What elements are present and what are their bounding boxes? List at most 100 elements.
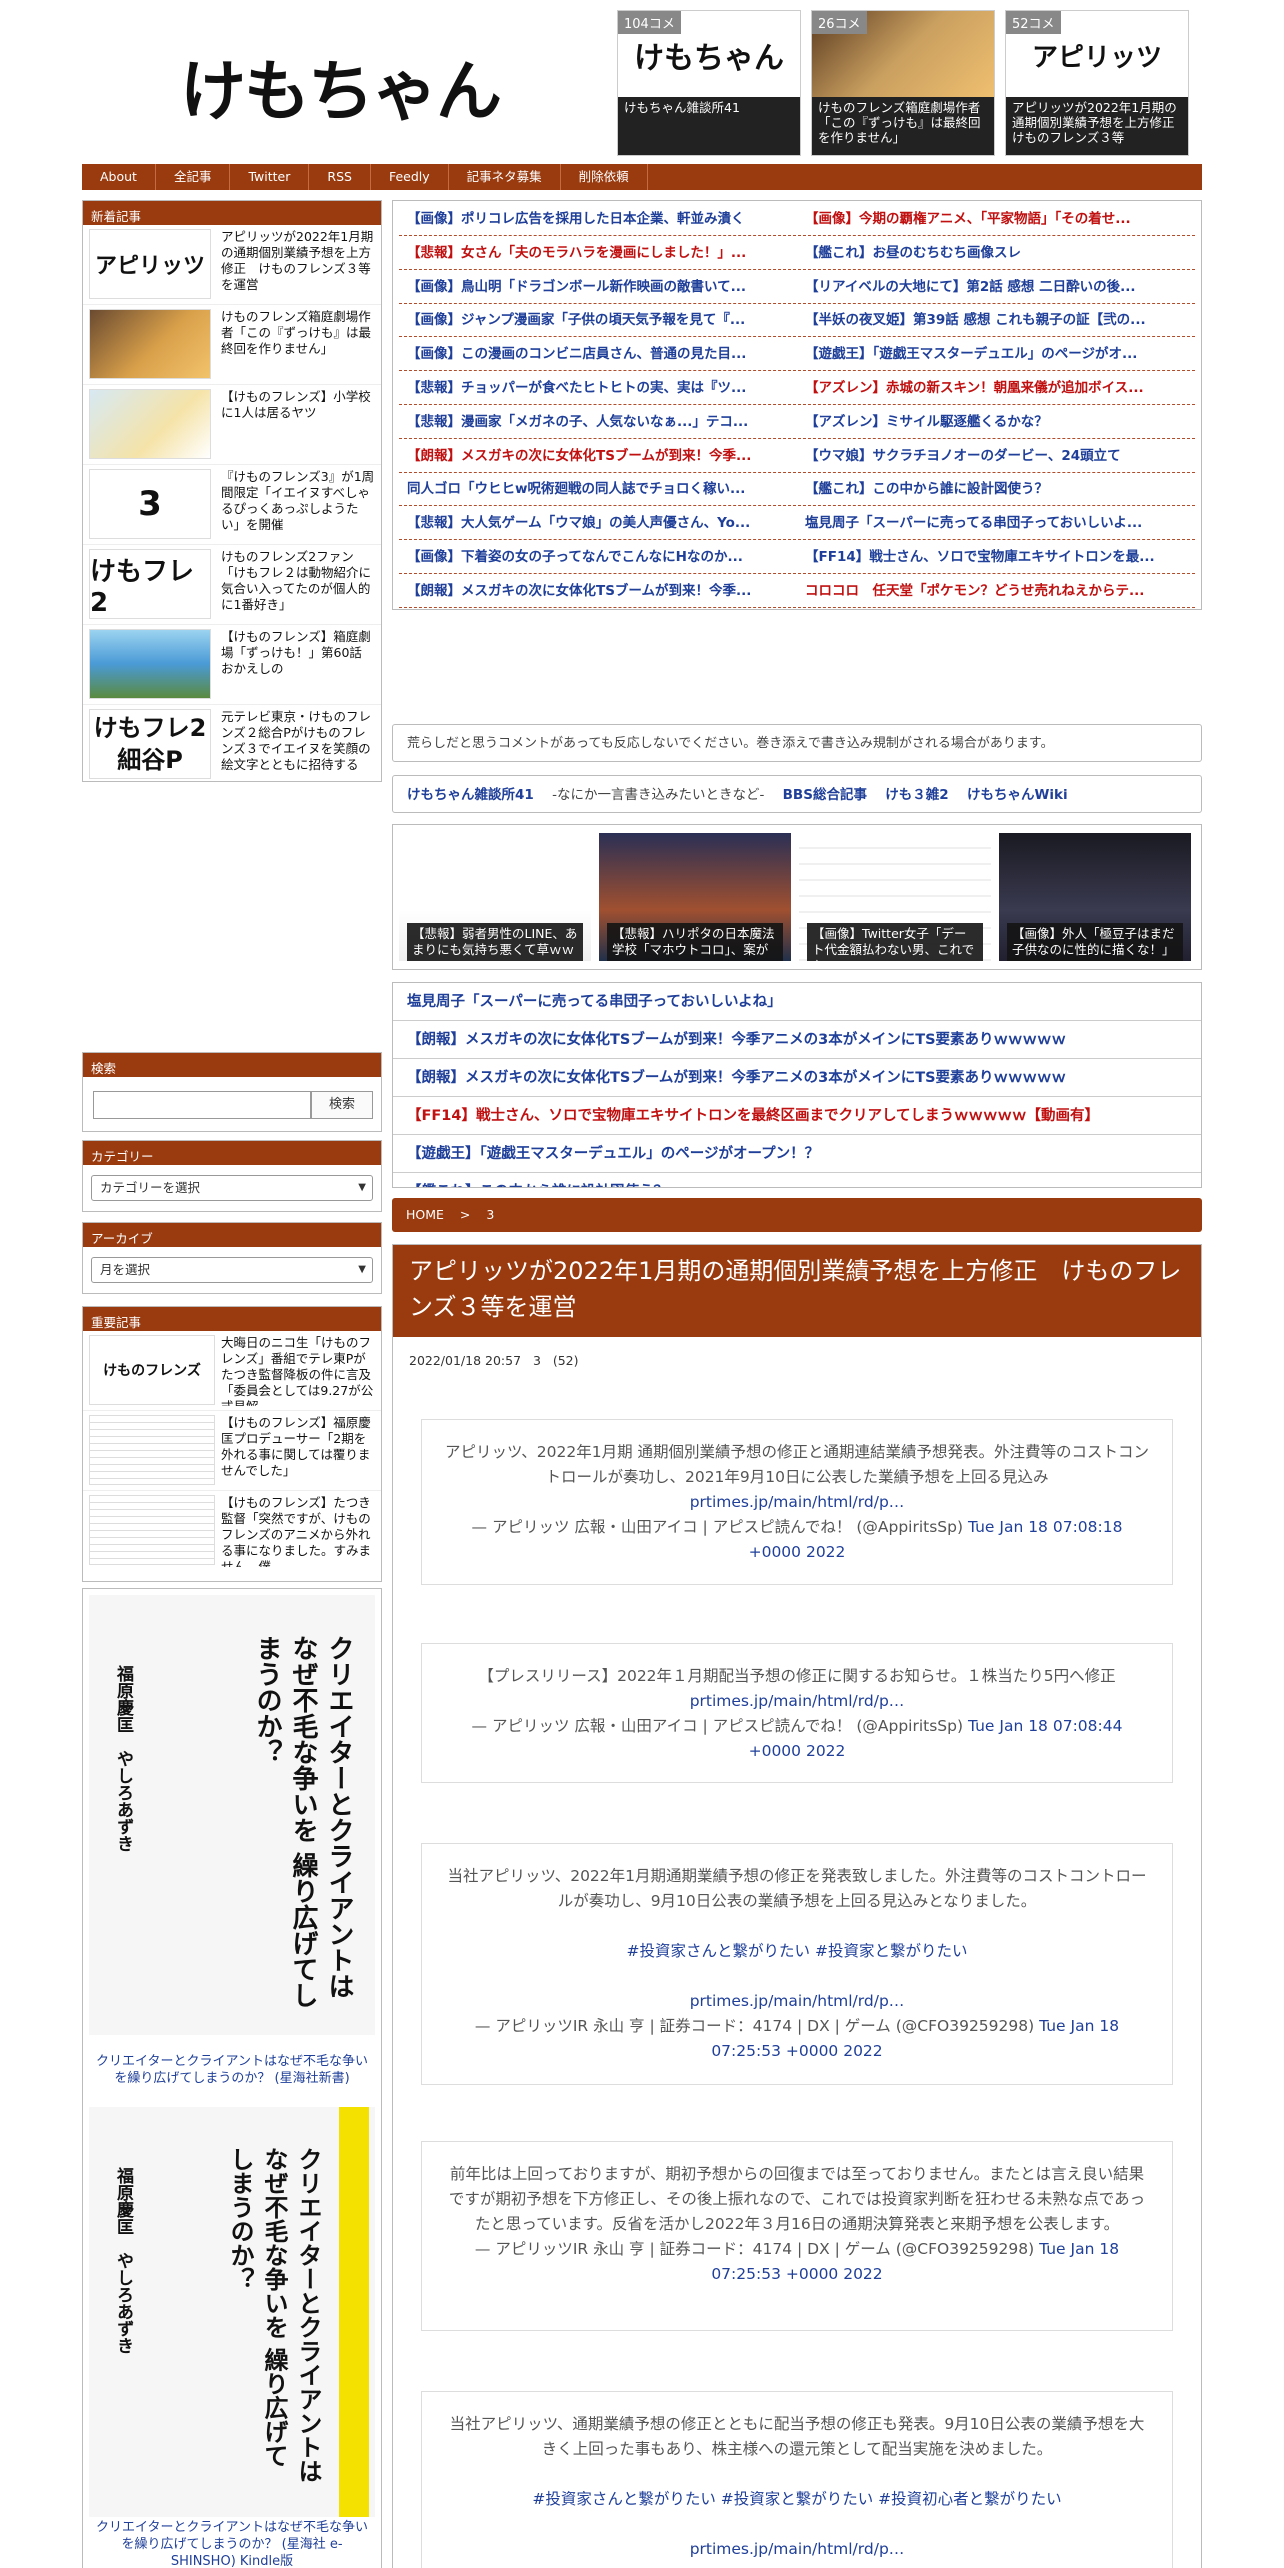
article-link[interactable]: 【けものフレンズ】たつき監督「突然ですが、けものフレンズのアニメから外れる事にな…	[215, 1495, 375, 1567]
article-link[interactable]: 大晦日のニコ生「けものフレンズ」番組でテレ東Pがたつき監督降板の件に言及 「委員…	[215, 1335, 375, 1406]
nav-rss[interactable]: RSS	[309, 164, 371, 190]
header-card[interactable]: けもちゃん 104コメ けもちゃん雑談所41	[617, 10, 801, 156]
antenna-link[interactable]: 【画像】この漫画のコンビニ店員さん、普通の見た目...	[399, 338, 797, 370]
antenna-link[interactable]: 【遊戯王】「遊戯王マスターデュエル」のページがオ...	[797, 338, 1195, 370]
article-link[interactable]: 元テレビ東京・けものフレンズ２総合Pがけものフレンズ３でイエイヌを笑顔の絵文字と…	[211, 709, 375, 781]
antenna-link[interactable]: 【悲報】チョッパーが食べたヒトヒトの実、実は『ツ...	[399, 372, 797, 404]
book-link[interactable]: クリエイターとクライアントはなぜ不毛な争いを繰り広げてしまうのか？ (星海社新書…	[93, 2053, 371, 2087]
antenna-link[interactable]: 【アズレン】赤城の新スキン！朝凰来儀が追加ボイス...	[797, 372, 1195, 404]
list-item[interactable]: けものフレンズ 大晦日のニコ生「けものフレンズ」番組でテレ東Pがたつき監督降板の…	[83, 1331, 381, 1411]
antenna-link[interactable]: 【ウマ娘】サクラチヨノオーのダービー、24頭立て	[797, 440, 1195, 472]
antenna-link[interactable]: 【FF14】戦士さん、ソロで宝物庫エキサイトロンを最...	[797, 541, 1195, 573]
link-chat[interactable]: けもちゃん雑談所41	[407, 787, 534, 803]
antenna-link[interactable]: 【艦これ】お昼のむちむち画像スレ	[797, 237, 1195, 269]
comment-notice: 荒らしだと思うコメントがあっても反応しないでください。巻き添えで書き込み規制がさ…	[392, 724, 1202, 762]
list-item[interactable]: 3 『けものフレンズ3』が1周間限定「イエイヌすべしゃるぴっくあっぷしようたい」…	[83, 465, 381, 545]
article-link[interactable]: けものフレンズ2ファン「けもフレ２は動物紹介に気合い入ってたのが個人的に1番好き…	[211, 549, 375, 620]
antenna-link[interactable]: 【朗報】メスガキの次に女体化TSブームが到来！今季...	[399, 440, 797, 472]
list-item[interactable]: 【けものフレンズ】小学校に1人は居るヤツ	[83, 385, 381, 465]
list-item[interactable]: 【朗報】メスガキの次に女体化TSブームが到来！今季アニメの3本がメインにTS要素…	[393, 1021, 1201, 1059]
article-thumbnail	[89, 309, 211, 379]
antenna-link[interactable]: 【艦これ】この中から誰に設計図使う？	[797, 473, 1195, 505]
search-input[interactable]	[93, 1091, 311, 1119]
article-link[interactable]: 【けものフレンズ】小学校に1人は居るヤツ	[211, 389, 375, 460]
list-item[interactable]: 【遊戯王】「遊戯王マスターデュエル」のページがオープン！？	[393, 1135, 1201, 1173]
book-title: クリエイターとクライアントは なぜ不毛な争いを 繰り広げてしまうのか？	[252, 1635, 354, 2009]
article-link[interactable]: けものフレンズ箱庭劇場作者「この『ずっけも』は最終回を作りません」	[211, 309, 375, 380]
widget-heading: 検索	[83, 1053, 381, 1077]
tweet-hashtags[interactable]: #投資家さんと繋がりたい #投資家と繋がりたい	[627, 1942, 968, 1960]
antenna-link[interactable]: 【画像】ジャンプ漫画家「子供の頃天気予報を見て『...	[399, 304, 797, 336]
article-link[interactable]: 【けものフレンズ】福原慶匡プロデューサー「2期を外れる事に関しては覆りませんでし…	[215, 1415, 375, 1486]
list-item[interactable]: 【朗報】メスガキの次に女体化TSブームが到来！今季アニメの3本がメインにTS要素…	[393, 1059, 1201, 1097]
antenna-link[interactable]: 【アズレン】ミサイル駆逐艦くるかな？	[797, 406, 1195, 438]
list-item[interactable]: アピリッツ アピリッツが2022年1月期の通期個別業績予想を上方修正 けものフレ…	[83, 225, 381, 305]
antenna-link[interactable]: コロコロ 任天堂「ポケモン？どうせ売れねえからテ...	[797, 575, 1195, 607]
link-kemo3[interactable]: けも３雑2	[885, 787, 948, 803]
nav-topic-request[interactable]: 記事ネタ募集	[449, 164, 561, 190]
site-logo[interactable]: けもちゃん	[180, 38, 502, 134]
list-item[interactable]: 塩見周子「スーパーに売ってる串団子っておいしいよね」	[393, 983, 1201, 1021]
picture-caption: 【画像】外人「極豆子はまだ子供なのに性的に描くな！」	[1007, 923, 1183, 961]
tweet-text: 【プレスリリース】2022年１月期配当予想の修正に関するお知らせ。１株当たり5円…	[478, 1667, 1116, 1685]
book-cover[interactable]: クリエイターとクライアントは なぜ不毛な争いを 繰り広げてしまうのか？ 福原慶匡…	[89, 2107, 375, 2517]
antenna-link[interactable]: 【画像】ポリコレ広告を採用した日本企業、軒並み潰く	[399, 203, 797, 235]
category-select[interactable]: カテゴリーを選択 ▼	[91, 1175, 373, 1201]
antenna-link[interactable]: 【画像】今期の覇権アニメ、「平家物語」「その着せ...	[797, 203, 1195, 235]
tweet-link[interactable]: prtimes.jp/main/html/rd/p…	[690, 1992, 905, 2010]
list-item[interactable]: 【けものフレンズ】福原慶匡プロデューサー「2期を外れる事に関しては覆りませんでし…	[83, 1411, 381, 1491]
list-item[interactable]: けもフレ2 けものフレンズ2ファン「けもフレ２は動物紹介に気合い入ってたのが個人…	[83, 545, 381, 625]
article-link[interactable]: 【けものフレンズ】箱庭劇場「ずっけも！」第60話 おかえしの	[211, 629, 375, 700]
article-link[interactable]: 『けものフレンズ3』が1周間限定「イエイヌすべしゃるぴっくあっぷしようたい」を開…	[211, 469, 375, 540]
tweet-link[interactable]: prtimes.jp/main/html/rd/p…	[690, 2540, 905, 2558]
picture-card[interactable]: 【画像】外人「極豆子はまだ子供なのに性的に描くな！」	[999, 833, 1191, 961]
nav-all-articles[interactable]: 全記事	[156, 164, 231, 190]
header-card[interactable]: アピリッツ 52コメ アピリッツが2022年1月期の通期個別業績予想を上方修正 …	[1005, 10, 1189, 156]
header-card[interactable]: 26コメ けものフレンズ箱庭劇場作者「この『ずっけも』は最終回を作りません」	[811, 10, 995, 156]
article: アピリッツが2022年1月期の通期個別業績予想を上方修正 けものフレンズ３等を運…	[392, 1244, 1202, 2568]
list-item[interactable]: 【けものフレンズ】たつき監督「突然ですが、けものフレンズのアニメから外れる事にな…	[83, 1491, 381, 1571]
list-item[interactable]: 【艦これ】この中から誰に設計図使う？	[393, 1173, 1201, 1187]
search-button[interactable]: 検索	[311, 1091, 373, 1119]
antenna-link[interactable]: 【画像】下着姿の女の子ってなんでこんなにHなのか...	[399, 541, 797, 573]
nav-twitter[interactable]: Twitter	[230, 164, 310, 190]
article-category[interactable]: 3	[533, 1353, 541, 1368]
article-thumbnail: 3	[89, 469, 211, 539]
tweet-text: アピリッツ、2022年1月期 通期個別業績予想の修正と通期連結業績予想発表。外注…	[445, 1443, 1149, 1486]
book-link[interactable]: クリエイターとクライアントはなぜ不毛な争いを繰り広げてしまうのか？ (星海社 e…	[93, 2519, 371, 2568]
picture-card[interactable]: 【画像】Twitter女子「デート代金額払わない男、これでも	[799, 833, 991, 961]
antenna-link[interactable]: 同人ゴロ「ウヒヒw呪術廻戦の同人誌でチョロく稼い...	[399, 473, 797, 505]
link-bbs[interactable]: BBS総合記事	[783, 787, 867, 803]
list-item[interactable]: けものフレンズ箱庭劇場作者「この『ずっけも』は最終回を作りません」	[83, 305, 381, 385]
antenna-link[interactable]: 【朗報】メスガキの次に女体化TSブームが到来！今季...	[399, 575, 797, 607]
antenna-link[interactable]: 【悲報】女さん「夫のモラハラを漫画にしました！」...	[399, 237, 797, 269]
tweet-hashtags[interactable]: #投資家さんと繋がりたい #投資家と繋がりたい #投資初心者と繋がりたい	[532, 2490, 1061, 2508]
picture-card[interactable]: 【悲報】弱者男性のLINE、あまりにも気持ち悪くて草ｗｗ	[399, 833, 591, 961]
tweet-link[interactable]: prtimes.jp/main/html/rd/p…	[690, 1692, 905, 1710]
breadcrumb-current[interactable]: 3	[486, 1207, 494, 1222]
nav-about[interactable]: About	[82, 164, 156, 190]
nav-deletion-request[interactable]: 削除依頼	[561, 164, 648, 190]
archive-select[interactable]: 月を選択 ▼	[91, 1257, 373, 1283]
antenna-link[interactable]: 【半妖の夜叉姫】第39話 感想 これも親子の証【弐の...	[797, 304, 1195, 336]
antenna-link[interactable]: 【リアイベルの大地にて】第2話 感想 二日酔いの後...	[797, 271, 1195, 303]
breadcrumb-home[interactable]: HOME	[406, 1207, 444, 1222]
picture-card[interactable]: 【悲報】ハリポタの日本魔法学校「マホウトコロ」、案が	[599, 833, 791, 961]
antenna-link[interactable]: 【画像】鳥山明「ドラゴンボール新作映画の敵書いて...	[399, 271, 797, 303]
book-ad-widget: クリエイターとクライアントは なぜ不毛な争いを 繰り広げてしまうのか？ 福原慶匡…	[82, 1588, 382, 2568]
antenna-link[interactable]: 塩見周子「スーパーに売ってる串団子っておいしいよ...	[797, 507, 1195, 539]
antenna-link[interactable]: 【悲報】大人気ゲーム「ウマ娘」の美人声優さん、Yo...	[399, 507, 797, 539]
list-item[interactable]: 【けものフレンズ】箱庭劇場「ずっけも！」第60話 おかえしの	[83, 625, 381, 705]
picture-caption: 【悲報】弱者男性のLINE、あまりにも気持ち悪くて草ｗｗ	[407, 923, 583, 961]
book-cover[interactable]: クリエイターとクライアントは なぜ不毛な争いを 繰り広げてしまうのか？ 福原慶匡…	[89, 1595, 375, 2035]
antenna-link[interactable]: 【悲報】漫画家「メガネの子、人気ないなぁ...」テコ...	[399, 406, 797, 438]
link-chat-desc: -なにか一言書き込みたいときなど-	[552, 787, 765, 803]
list-item[interactable]: けもフレ2 細谷P 元テレビ東京・けものフレンズ２総合Pがけものフレンズ３でイエ…	[83, 705, 381, 785]
link-wiki[interactable]: けもちゃんWiki	[967, 787, 1068, 803]
nav-feedly[interactable]: Feedly	[371, 164, 449, 190]
table-row: 【悲報】漫画家「メガネの子、人気ないなぁ...」テコ... 【アズレン】ミサイル駆…	[399, 406, 1195, 439]
article-link[interactable]: アピリッツが2022年1月期の通期個別業績予想を上方修正 けものフレンズ３等を運…	[211, 229, 375, 300]
article-comment-count[interactable]: (52)	[553, 1353, 579, 1368]
tweet-link[interactable]: prtimes.jp/main/html/rd/p…	[690, 1493, 905, 1511]
list-item[interactable]: 【FF14】戦士さん、ソロで宝物庫エキサイトロンを最終区画までクリアしてしまうｗ…	[393, 1097, 1201, 1135]
